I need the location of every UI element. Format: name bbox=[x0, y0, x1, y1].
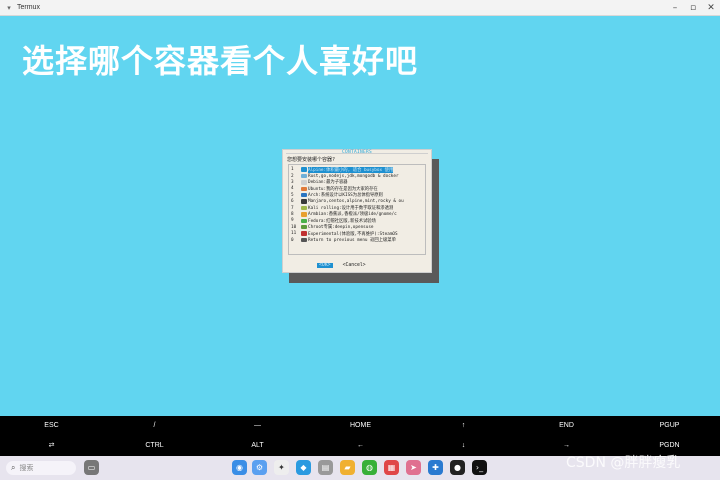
dialog-prompt: 您想要安装哪个容器? bbox=[287, 157, 336, 163]
cancel-button[interactable]: <Cancel> bbox=[343, 263, 366, 268]
maximize-icon[interactable]: ▫ bbox=[684, 3, 702, 13]
extra-key[interactable]: / bbox=[103, 416, 206, 436]
close-icon[interactable]: ✕ bbox=[702, 3, 720, 13]
calendar-icon[interactable]: ▦ bbox=[384, 460, 399, 475]
menu-item-number: 8 bbox=[291, 211, 294, 217]
app-menu-icon[interactable]: ▾ bbox=[5, 4, 13, 12]
qq-icon[interactable]: ● bbox=[450, 460, 465, 475]
extra-key[interactable]: PGUP bbox=[618, 416, 720, 436]
menu-item-label: Manjaro,centos,alpine,mint,rocky & ou bbox=[308, 199, 404, 205]
menu-item[interactable]: 3 Debian:最为子容器 bbox=[291, 179, 348, 186]
menu-item[interactable]: 10 Chroot专属:deepin,opensuse bbox=[291, 224, 374, 231]
extra-key[interactable]: ↓ bbox=[412, 436, 515, 456]
menu-item-icon bbox=[301, 205, 307, 211]
task-view-icon[interactable]: ▭ bbox=[84, 460, 99, 475]
menu-item-number: 5 bbox=[291, 192, 294, 198]
extra-key[interactable]: ↑ bbox=[412, 416, 515, 436]
menu-item-number: 7 bbox=[291, 205, 294, 211]
extra-key[interactable]: CTRL bbox=[103, 436, 206, 456]
terminal-icon[interactable]: ›_ bbox=[472, 460, 487, 475]
menu-item-icon bbox=[301, 218, 307, 224]
extra-key[interactable]: ← bbox=[309, 436, 412, 456]
extra-keys-row-1: ESC / — HOME ↑ END PGUP bbox=[0, 416, 720, 436]
menu-item[interactable]: 6 Manjaro,centos,alpine,mint,rocky & ou bbox=[291, 199, 404, 204]
wechat-icon[interactable]: ◍ bbox=[362, 460, 377, 475]
menu-item-number: 11 bbox=[291, 231, 297, 237]
menu-item[interactable]: 9 Fedora:红帽社区版,新技术试验场 bbox=[291, 218, 376, 224]
overlay-caption: 选择哪个容器看个人喜好吧 bbox=[22, 42, 419, 80]
mail-icon[interactable]: ➤ bbox=[406, 460, 421, 475]
menu-item[interactable]: 11 Experimental(体验版,不再维护):SteamOS bbox=[291, 231, 398, 237]
extra-key[interactable]: ⇄ bbox=[0, 436, 103, 456]
search-icon: ⌕ bbox=[11, 463, 16, 472]
menu-item-number: 4 bbox=[291, 186, 294, 192]
menu-item-number: 0 bbox=[291, 237, 294, 243]
menu-item-label: Experimental(体验版,不再维护):SteamOS bbox=[308, 231, 398, 237]
menu-item[interactable]: 8 Armbian:香蕉派,香橙派/领极ide/gnome/c bbox=[291, 211, 397, 218]
dialog-title: CONTAINERS bbox=[341, 150, 373, 155]
menu-item-icon bbox=[301, 180, 307, 185]
menu-item-label: Kali rolling:设计用于数字取证和渗透测 bbox=[308, 206, 394, 212]
menu-item-label: Rust,go,nodejs,jdk,mongodb & docker bbox=[308, 173, 399, 179]
menu-item-number: 3 bbox=[291, 179, 294, 185]
menu-item-icon bbox=[301, 167, 307, 172]
menu-item-icon bbox=[301, 224, 307, 230]
menu-item-icon bbox=[301, 173, 307, 179]
menu-item-number: 9 bbox=[291, 218, 294, 224]
menu-item-label: Return to previous menu 返回上级菜单 bbox=[308, 238, 396, 244]
menu-item-number: 2 bbox=[291, 173, 294, 179]
menu-item-icon bbox=[301, 199, 307, 204]
taskbar-search[interactable]: ⌕ 搜索 bbox=[6, 461, 76, 475]
menu-item-icon bbox=[301, 192, 307, 198]
window-title-bar: ▾ Termux – ▫ ✕ bbox=[0, 0, 720, 16]
menu-item[interactable]: 7 Kali rolling:设计用于数字取证和渗透测 bbox=[291, 205, 394, 212]
graphics-app-icon[interactable]: ✚ bbox=[428, 460, 443, 475]
extra-keys-bar: ESC / — HOME ↑ END PGUP ⇄ CTRL ALT ← ↓ → PGDN bbox=[0, 416, 720, 456]
launcher-icon[interactable]: ◉ bbox=[232, 460, 247, 475]
containers-dialog: CONTAINERS 您想要安装哪个容器? 1 Alpine:体积最小的, 适合 … bbox=[282, 149, 432, 273]
menu-item-label: Armbian:香蕉派,香橙派/领极ide/gnome/c bbox=[308, 212, 397, 218]
menu-item[interactable]: 0 Return to previous menu 返回上级菜单 bbox=[291, 237, 396, 244]
menu-item-icon bbox=[301, 237, 307, 243]
menu-item-label: Ubuntu:我的存在是因为大家的存在 bbox=[308, 186, 378, 192]
browser-icon[interactable]: ✦ bbox=[274, 460, 289, 475]
menu-item-icon bbox=[301, 212, 307, 217]
settings-icon[interactable]: ⚙ bbox=[252, 460, 267, 475]
extra-key[interactable]: HOME bbox=[309, 416, 412, 436]
menu-item[interactable]: 5 Arch:系统设计以KISS为总体指导原则 bbox=[291, 192, 383, 199]
menu-item-label: Fedora:红帽社区版,新技术试验场 bbox=[308, 218, 376, 224]
extra-key[interactable]: END bbox=[515, 416, 618, 436]
minimize-icon[interactable]: – bbox=[666, 3, 684, 13]
menu-item-number: 10 bbox=[291, 224, 297, 230]
dialog-buttons: <OK> <Cancel> bbox=[317, 263, 366, 268]
menu-item-label: Arch:系统设计以KISS为总体指导原则 bbox=[308, 193, 383, 199]
extra-key[interactable]: — bbox=[206, 416, 309, 436]
app-store-icon[interactable]: ◆ bbox=[296, 460, 311, 475]
menu-item-label: Chroot专属:deepin,opensuse bbox=[308, 225, 374, 231]
folder-icon[interactable]: ▰ bbox=[340, 460, 355, 475]
ok-button[interactable]: <OK> bbox=[317, 263, 333, 268]
menu-item-number: 1 bbox=[291, 167, 294, 173]
watermark: CSDN @胖胖瘦乳 bbox=[566, 455, 681, 471]
menu-item-number: 6 bbox=[291, 199, 294, 205]
menu-item-icon bbox=[301, 186, 307, 192]
menu-item[interactable]: 4 Ubuntu:我的存在是因为大家的存在 bbox=[291, 186, 378, 192]
extra-key[interactable]: ALT bbox=[206, 436, 309, 456]
window-title: Termux bbox=[17, 4, 40, 11]
search-placeholder: 搜索 bbox=[19, 464, 34, 472]
file-manager-icon[interactable]: ▤ bbox=[318, 460, 333, 475]
menu-item-label: Alpine:体积最小的, 适合 busybox 使用 bbox=[308, 166, 394, 173]
menu-item[interactable]: 1 Alpine:体积最小的, 适合 busybox 使用 bbox=[291, 166, 394, 173]
menu-item-label: Debian:最为子容器 bbox=[308, 180, 348, 186]
extra-key[interactable]: ESC bbox=[0, 416, 103, 436]
container-menu: 1 Alpine:体积最小的, 适合 busybox 使用 2 Rust,go,nod… bbox=[288, 164, 426, 255]
menu-item-icon bbox=[301, 231, 307, 236]
menu-item[interactable]: 2 Rust,go,nodejs,jdk,mongodb & docker bbox=[291, 173, 399, 179]
